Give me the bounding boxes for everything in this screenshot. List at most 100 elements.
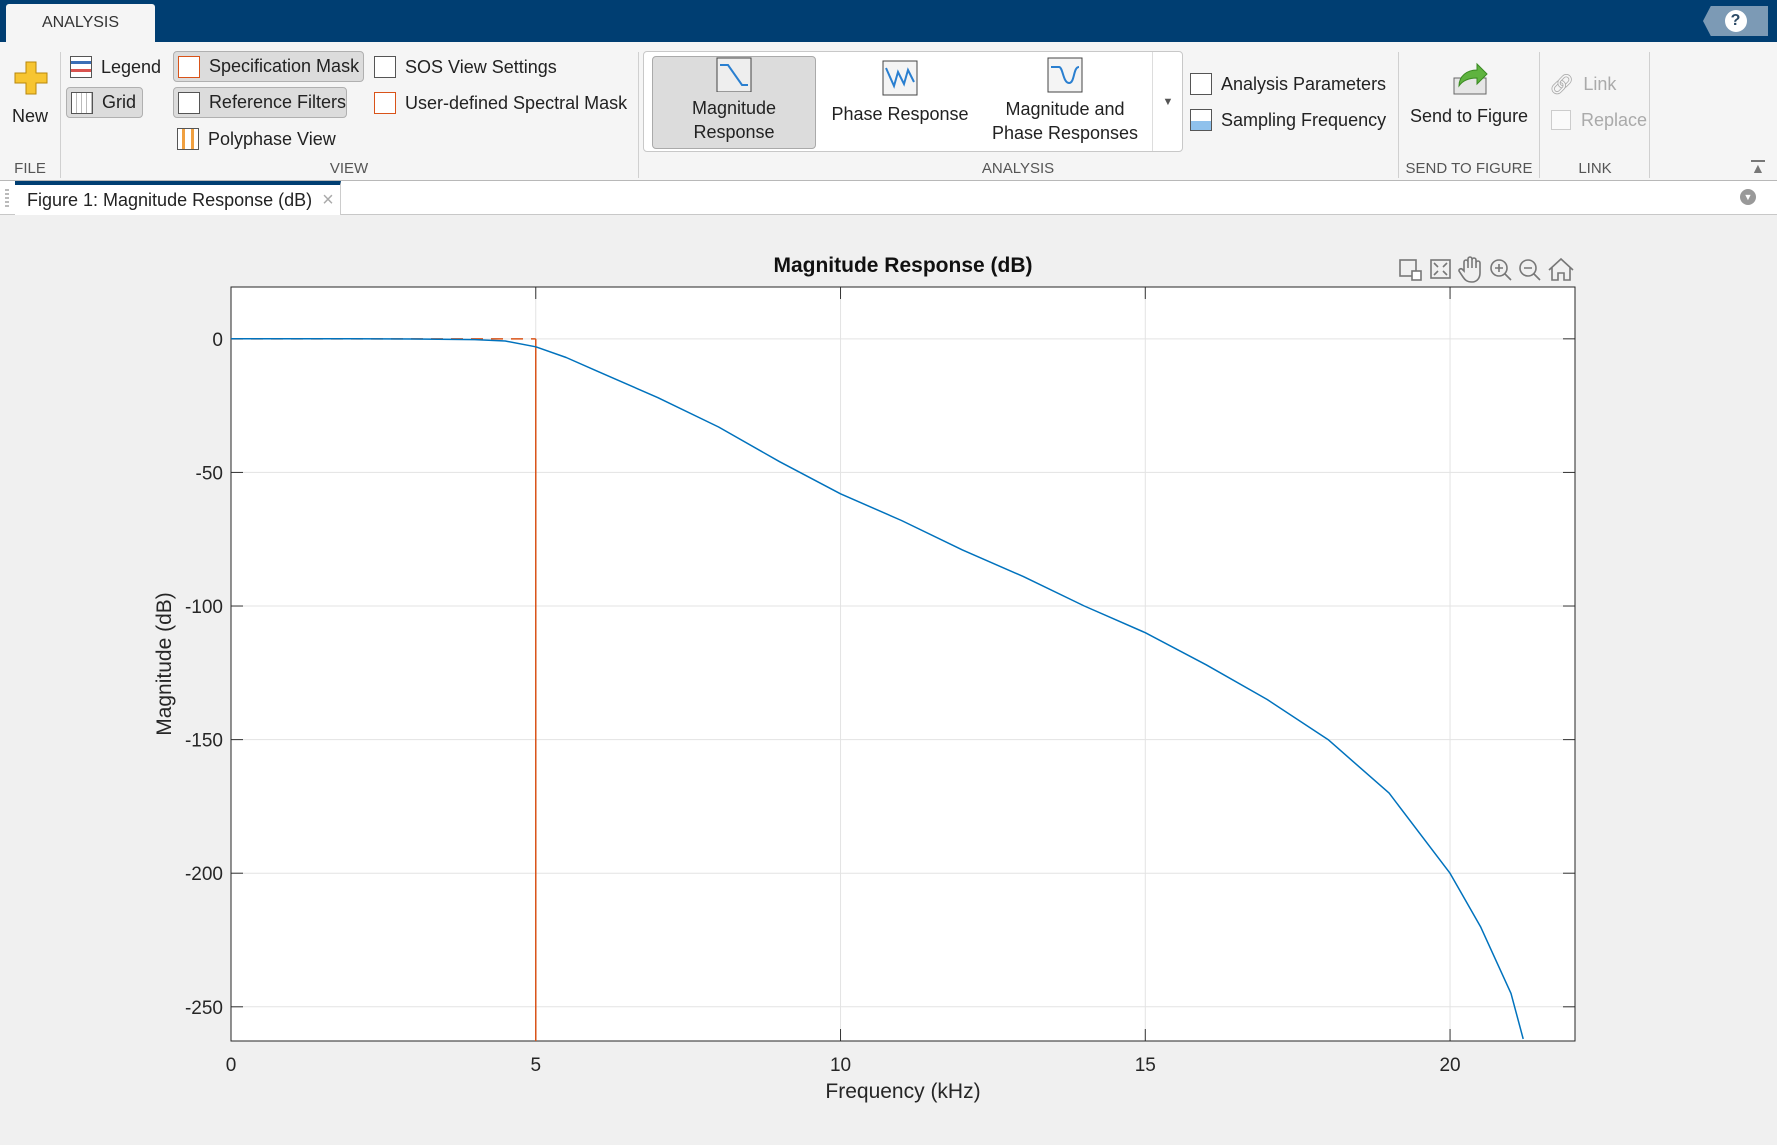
legend-icon: [70, 56, 92, 78]
new-button[interactable]: New: [6, 56, 56, 136]
replace-checkbox[interactable]: Replace: [1551, 107, 1647, 133]
grid-label: Grid: [102, 92, 137, 112]
group-label-link: LINK: [1578, 160, 1612, 177]
collapse-ribbon-button[interactable]: ▲: [1751, 160, 1765, 176]
group-label-file: FILE: [14, 160, 46, 177]
send-to-figure-label: Send to Figure: [1410, 106, 1529, 126]
group-label-analysis: ANALYSIS: [981, 160, 1055, 177]
y-tick-label: -100: [185, 597, 223, 618]
help-icon: ?: [1724, 10, 1747, 32]
user-mask-label: User-defined Spectral Mask: [405, 92, 628, 113]
legend-label: Legend: [101, 56, 162, 77]
spec-mask-icon: [178, 55, 200, 78]
chart-title: Magnitude Response (dB): [773, 254, 1032, 277]
axes-toolbar: [1399, 256, 1574, 283]
zoom-in-icon[interactable]: [1490, 259, 1512, 281]
analysis-gallery: Magnitude Response Phase Response Magnitu…: [643, 51, 1183, 152]
divider: [638, 52, 639, 178]
plot-area: [231, 287, 1575, 1041]
x-tick-label: 15: [1135, 1055, 1156, 1076]
group-label-view: VIEW: [329, 160, 369, 177]
ref-filters-label: Reference Filters: [208, 92, 346, 112]
divider: [1539, 52, 1540, 178]
chevron-down-icon: ▼: [1162, 95, 1174, 108]
link-button[interactable]: 🔗︎ Link: [1549, 71, 1616, 97]
link-label: Link: [1583, 73, 1617, 94]
tab-analysis[interactable]: ANALYSIS: [6, 4, 155, 42]
new-label: New: [12, 106, 49, 126]
reference-filters-icon: [178, 91, 200, 114]
figure-tab[interactable]: Figure 1: Magnitude Response (dB) ×: [15, 181, 341, 215]
magnitude-phase-responses-button[interactable]: Magnitude and Phase Responses: [982, 56, 1148, 149]
divider: [1152, 52, 1153, 151]
phase-response-button[interactable]: Phase Response: [822, 56, 978, 149]
help-button[interactable]: ?: [1703, 6, 1768, 36]
group-label-send: SEND TO FIGURE: [1405, 160, 1533, 177]
sampling-frequency-button[interactable]: Sampling Frequency: [1190, 107, 1386, 133]
send-to-figure-icon: [1453, 62, 1488, 95]
sos-view-settings-button[interactable]: SOS View Settings: [374, 54, 557, 80]
y-tick-label: -50: [196, 463, 223, 484]
divider: [1649, 52, 1650, 178]
grid-icon: [71, 91, 93, 114]
x-axis-label: Frequency (kHz): [825, 1080, 980, 1103]
user-defined-spectral-mask-button[interactable]: User-defined Spectral Mask: [374, 90, 627, 116]
specification-mask-button[interactable]: Specification Mask: [173, 51, 364, 82]
figure-tab-label: Figure 1: Magnitude Response (dB): [27, 189, 313, 210]
gallery-expand-button[interactable]: ▼: [1154, 52, 1182, 151]
close-icon[interactable]: ×: [322, 189, 334, 212]
chevron-down-icon: ▼: [1743, 192, 1753, 202]
zoom-out-icon[interactable]: [1519, 259, 1541, 281]
polyphase-view-button[interactable]: Polyphase View: [177, 126, 336, 152]
home-icon[interactable]: [1548, 257, 1574, 281]
y-tick-label: -150: [185, 731, 223, 752]
reference-filters-button[interactable]: Reference Filters: [173, 87, 347, 118]
restore-view-icon[interactable]: [1430, 259, 1451, 279]
checkbox-box[interactable]: [1551, 110, 1571, 130]
y-tick-label: 0: [212, 330, 223, 351]
analysis-parameters-button[interactable]: Analysis Parameters: [1190, 71, 1386, 97]
divider: [60, 52, 61, 178]
magnitude-response-button[interactable]: Magnitude Response: [652, 56, 816, 149]
title-bar: [0, 0, 1777, 42]
x-tick-label: 20: [1439, 1055, 1460, 1076]
polyphase-label: Polyphase View: [208, 128, 336, 149]
tab-options-button[interactable]: ▼: [1740, 189, 1756, 205]
link-icon: 🔗︎: [1549, 73, 1575, 96]
data-tips-icon[interactable]: [1399, 259, 1422, 281]
analysis-parameters-icon: [1190, 73, 1212, 95]
item-label: Magnitude: [691, 98, 777, 118]
document-tab-bar: Figure 1: Magnitude Response (dB) × ▼: [0, 181, 1777, 215]
y-axis-label: Magnitude (dB): [153, 592, 176, 736]
polyphase-icon: [177, 128, 199, 150]
spectral-mask-icon: [374, 92, 396, 114]
sos-label: SOS View Settings: [405, 56, 557, 77]
x-tick-label: 10: [830, 1055, 851, 1076]
sampling-frequency-label: Sampling Frequency: [1221, 109, 1387, 130]
spec-mask-label: Specification Mask: [209, 56, 360, 76]
legend-button[interactable]: Legend: [70, 54, 161, 80]
x-tick-label: 0: [226, 1055, 237, 1076]
collapse-icon: ▲: [1751, 160, 1765, 176]
item-label: Phase Responses: [991, 123, 1139, 143]
item-label: Response: [693, 122, 775, 142]
magnitude-response-chart: 0 5 10 15 20 0 -50 -100 -150 -200 -250 Magnitude Re…: [153, 254, 1576, 1103]
sos-settings-icon: [374, 56, 396, 78]
item-label: Magnitude and: [1005, 99, 1125, 119]
item-label: Phase Response: [831, 104, 969, 124]
drag-handle[interactable]: [5, 189, 9, 207]
y-tick-label: -250: [185, 998, 223, 1019]
phase-response-icon: [882, 60, 918, 96]
grid-button[interactable]: Grid: [66, 87, 143, 118]
y-tick-label: -200: [185, 864, 223, 885]
plus-icon: [14, 61, 48, 95]
pan-hand-icon[interactable]: [1458, 256, 1481, 283]
magnitude-phase-icon: [1047, 57, 1083, 93]
send-to-figure-button[interactable]: Send to Figure: [1404, 56, 1534, 136]
divider: [1398, 52, 1399, 178]
magnitude-response-icon: [716, 57, 752, 92]
x-tick-label: 5: [530, 1055, 541, 1076]
sampling-frequency-icon: [1190, 109, 1212, 131]
analysis-params-label: Analysis Parameters: [1221, 73, 1387, 94]
replace-label: Replace: [1581, 109, 1648, 130]
